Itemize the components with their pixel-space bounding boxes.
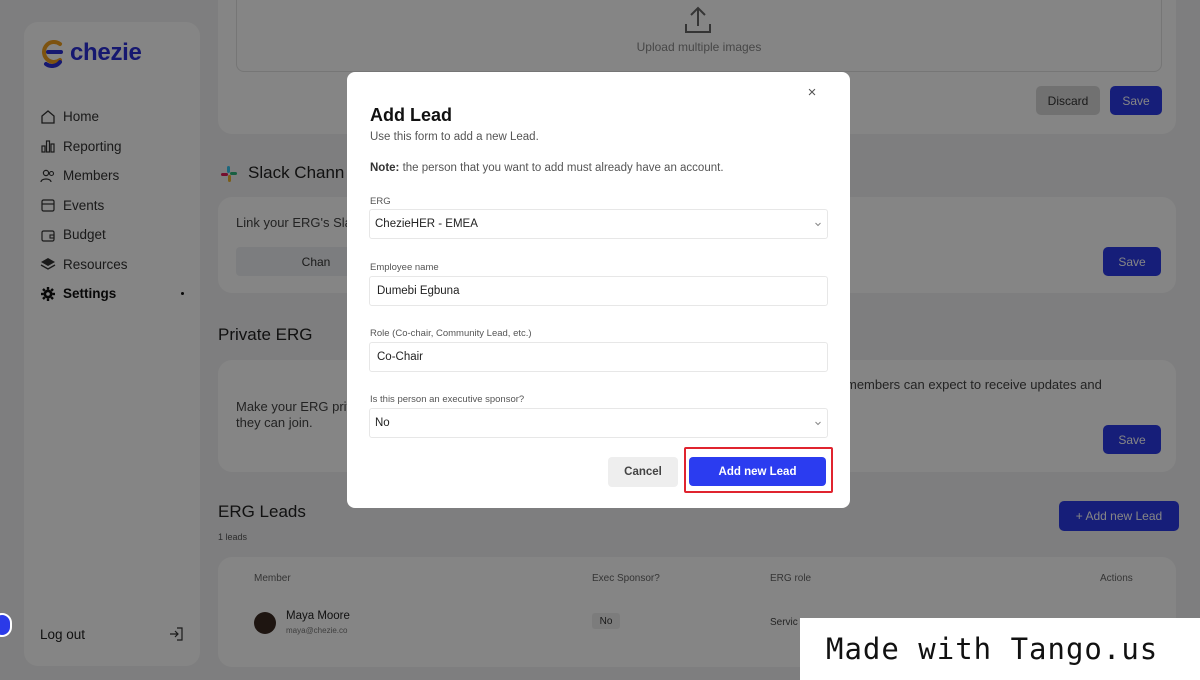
erg-value: ChezieHER - EMEA	[375, 218, 478, 230]
modal-subtitle: Use this form to add a new Lead.	[370, 131, 539, 143]
employee-name-value: Dumebi Egbuna	[377, 285, 460, 297]
tango-watermark: Made with Tango.us	[800, 618, 1200, 680]
chevron-down-icon	[815, 222, 821, 227]
modal-note: Note: the person that you want to add mu…	[370, 162, 724, 174]
role-label: Role (Co-chair, Community Lead, etc.)	[370, 328, 532, 339]
note-text: the person that you want to add must alr…	[399, 162, 724, 174]
click-highlight	[684, 447, 833, 493]
exec-sponsor-value: No	[375, 417, 390, 429]
close-icon[interactable]: ×	[804, 85, 820, 101]
add-lead-modal: × Add Lead Use this form to add a new Le…	[347, 72, 850, 508]
employee-name-label: Employee name	[370, 262, 439, 273]
erg-label: ERG	[370, 196, 391, 207]
chevron-down-icon	[815, 421, 821, 426]
role-field[interactable]: Co-Chair	[369, 342, 828, 372]
erg-select[interactable]: ChezieHER - EMEA	[369, 209, 828, 239]
exec-sponsor-label: Is this person an executive sponsor?	[370, 394, 525, 405]
employee-name-field[interactable]: Dumebi Egbuna	[369, 276, 828, 306]
exec-sponsor-select[interactable]: No	[369, 408, 828, 438]
note-label: Note:	[370, 162, 400, 174]
cancel-button[interactable]: Cancel	[608, 457, 678, 487]
role-value: Co-Chair	[377, 351, 424, 363]
modal-title: Add Lead	[370, 105, 453, 125]
